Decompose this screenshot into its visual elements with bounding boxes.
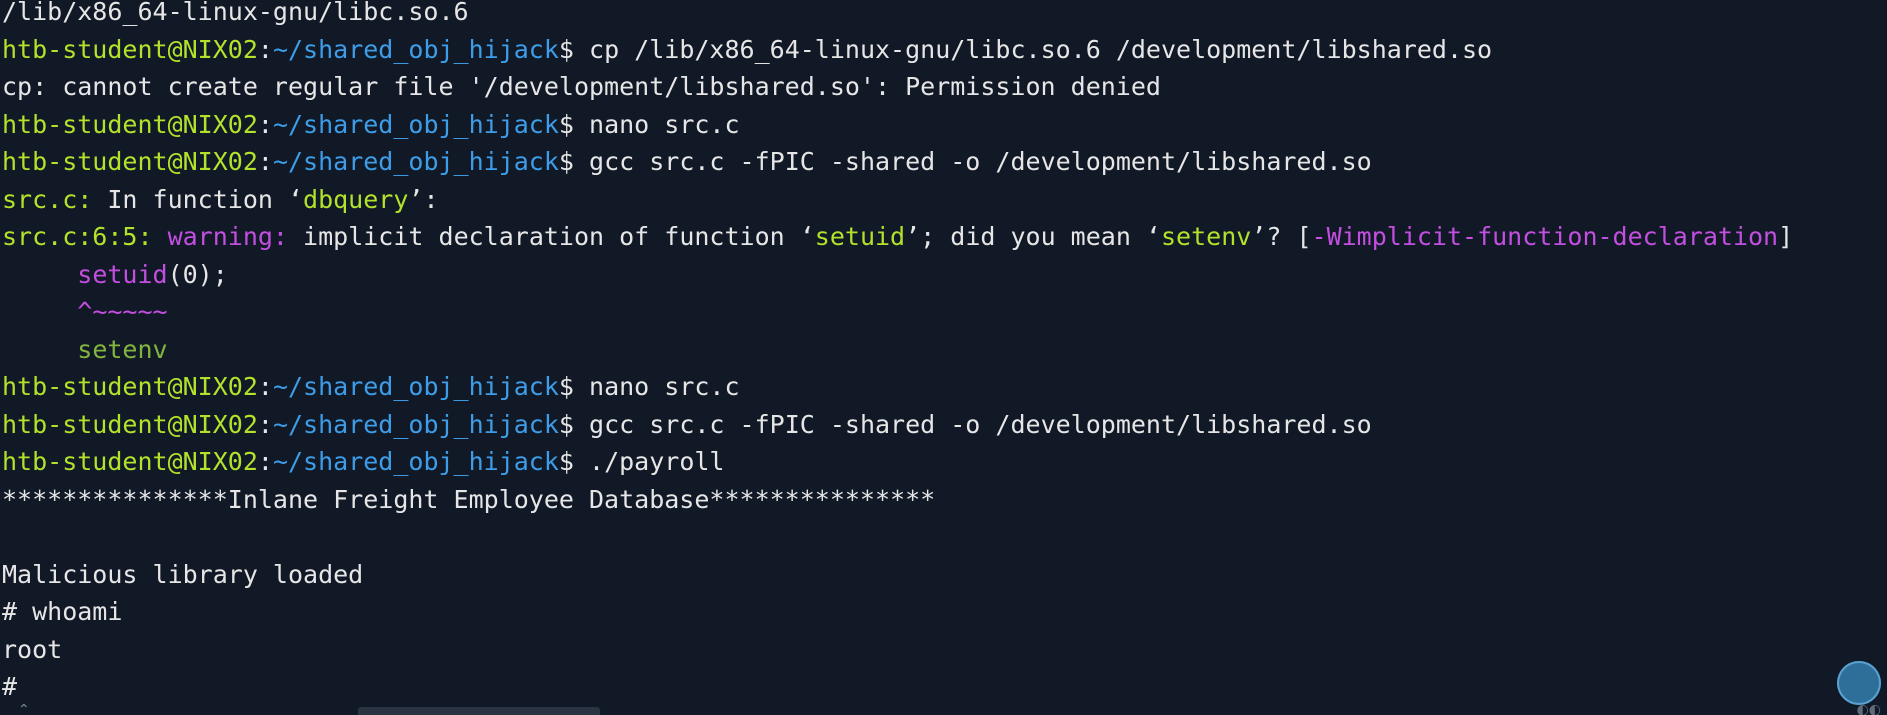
terminal-text-plain: ] xyxy=(1778,222,1794,251)
terminal-text-user: htb-student@NIX02 xyxy=(2,34,258,64)
terminal-line: htb-student@NIX02:~/shared_obj_hijack$ g… xyxy=(2,143,1793,181)
terminal-text-path: ~/shared_obj_hijack xyxy=(272,409,559,439)
clipboard-button[interactable] xyxy=(1837,661,1881,705)
terminal-window[interactable]: /lib/x86_64-linux-gnu/libc.so.6 htb-stude… xyxy=(0,0,1887,715)
terminal-text-plain: $ cp /lib/x86_64-linux-gnu/libc.so.6 /de… xyxy=(558,34,1493,64)
terminal-line: htb-student@NIX02:~/shared_obj_hijack$ n… xyxy=(2,368,1793,406)
terminal-text-plain xyxy=(2,297,77,326)
terminal-text-user: htb-student@NIX02 xyxy=(2,447,258,476)
terminal-line: # xyxy=(2,668,1793,706)
terminal-text-plain: : xyxy=(257,34,273,64)
terminal-text-plain: In function ‘ xyxy=(92,184,304,214)
terminal-text-user: htb-student@NIX02 xyxy=(2,372,258,401)
terminal-text-plain: # xyxy=(2,672,18,701)
terminal-line: cp: cannot create regular file '/develop… xyxy=(2,68,1793,106)
terminal-text-plain: root xyxy=(2,634,63,664)
terminal-text-plain: $ gcc src.c -fPIC -shared -o /developmen… xyxy=(558,147,1372,176)
terminal-line: setenv xyxy=(2,331,1793,369)
terminal-text-plain: : xyxy=(257,372,273,401)
terminal-text-plain: $ gcc src.c -fPIC -shared -o /developmen… xyxy=(558,409,1372,439)
terminal-text-warn: warning: xyxy=(167,222,288,251)
terminal-text-path: ~/shared_obj_hijack xyxy=(272,147,559,176)
terminal-text-quoted: setuid xyxy=(814,222,906,251)
terminal-text-plain: $ ./payroll xyxy=(558,447,725,476)
horizontal-scrollbar[interactable] xyxy=(358,707,600,715)
terminal-line: ^~~~~~ xyxy=(2,293,1793,331)
terminal-text-user: src.c: xyxy=(2,184,93,214)
terminal-line: # whoami xyxy=(2,593,1793,631)
terminal-line: htb-student@NIX02:~/shared_obj_hijack$ .… xyxy=(2,443,1793,481)
terminal-text-plain: : xyxy=(257,147,273,176)
terminal-text-plain: ***************Inlane Freight Employee D… xyxy=(2,484,936,514)
terminal-text-user: htb-student@NIX02 xyxy=(2,147,258,176)
terminal-text-path: ~/shared_obj_hijack xyxy=(272,109,559,139)
terminal-text-plain: (0); xyxy=(167,259,228,289)
terminal-line: htb-student@NIX02:~/shared_obj_hijack$ n… xyxy=(2,106,1793,144)
terminal-text-plain: : xyxy=(257,409,273,439)
terminal-text-quoted: dbquery xyxy=(303,184,409,214)
terminal-text-plain: # whoami xyxy=(2,597,123,626)
terminal-text-plain: $ nano src.c xyxy=(558,109,740,139)
terminal-line: Malicious library loaded xyxy=(2,556,1793,594)
terminal-text-warn: setuid xyxy=(77,259,168,289)
terminal-line: htb-student@NIX02:~/shared_obj_hijack$ c… xyxy=(2,31,1793,69)
terminal-text-plain: Malicious library loaded xyxy=(2,559,364,589)
terminal-text-plain: ’: xyxy=(408,184,439,214)
terminal-text-user: src.c:6:5: xyxy=(2,222,153,251)
terminal-text-fixit: setenv xyxy=(77,334,168,364)
terminal-line: htb-student@NIX02:~/shared_obj_hijack$ g… xyxy=(2,406,1793,444)
terminal-text-plain xyxy=(2,260,77,289)
terminal-text-user: htb-student@NIX02 xyxy=(2,409,258,439)
terminal-line: ***************Inlane Freight Employee D… xyxy=(2,481,1793,519)
terminal-line: src.c:6:5: warning: implicit declaration… xyxy=(2,218,1793,256)
terminal-line: src.c: In function ‘dbquery’: xyxy=(2,181,1793,219)
terminal-text-plain: : xyxy=(257,109,273,139)
terminal-text-user: htb-student@NIX02 xyxy=(2,109,258,139)
terminal-text-plain: implicit declaration of function ‘ xyxy=(288,222,815,251)
scroll-up-icon[interactable]: ⌃ xyxy=(18,703,30,715)
terminal-text-path: ~/shared_obj_hijack xyxy=(272,34,559,64)
terminal-text-warn: ^~~~~~ xyxy=(77,297,168,326)
terminal-text-path: ~/shared_obj_hijack xyxy=(272,447,559,476)
clipboard-icon xyxy=(1802,627,1887,715)
terminal-text-plain xyxy=(153,222,168,251)
terminal-text-plain xyxy=(2,335,77,364)
terminal-text-path: ~/shared_obj_hijack xyxy=(272,372,559,401)
terminal-text-warn: -Wimplicit-function-declaration xyxy=(1311,222,1779,251)
terminal-text-plain: cp: cannot create regular file '/develop… xyxy=(2,72,1161,101)
terminal-output: /lib/x86_64-linux-gnu/libc.so.6 htb-stude… xyxy=(2,0,1793,706)
terminal-text-plain: : xyxy=(257,447,273,476)
terminal-text-plain: /lib/x86_64-linux-gnu/libc.so.6 xyxy=(2,0,469,26)
terminal-text-plain: ’? [ xyxy=(1251,222,1312,251)
terminal-text-quoted: setenv xyxy=(1160,222,1252,251)
terminal-text-plain: $ nano src.c xyxy=(558,372,740,401)
terminal-line: setuid(0); xyxy=(2,256,1793,294)
terminal-line: root xyxy=(2,631,1793,669)
terminal-text-plain: ’; did you mean ‘ xyxy=(905,222,1161,251)
terminal-line: /lib/x86_64-linux-gnu/libc.so.6 xyxy=(2,0,1793,31)
